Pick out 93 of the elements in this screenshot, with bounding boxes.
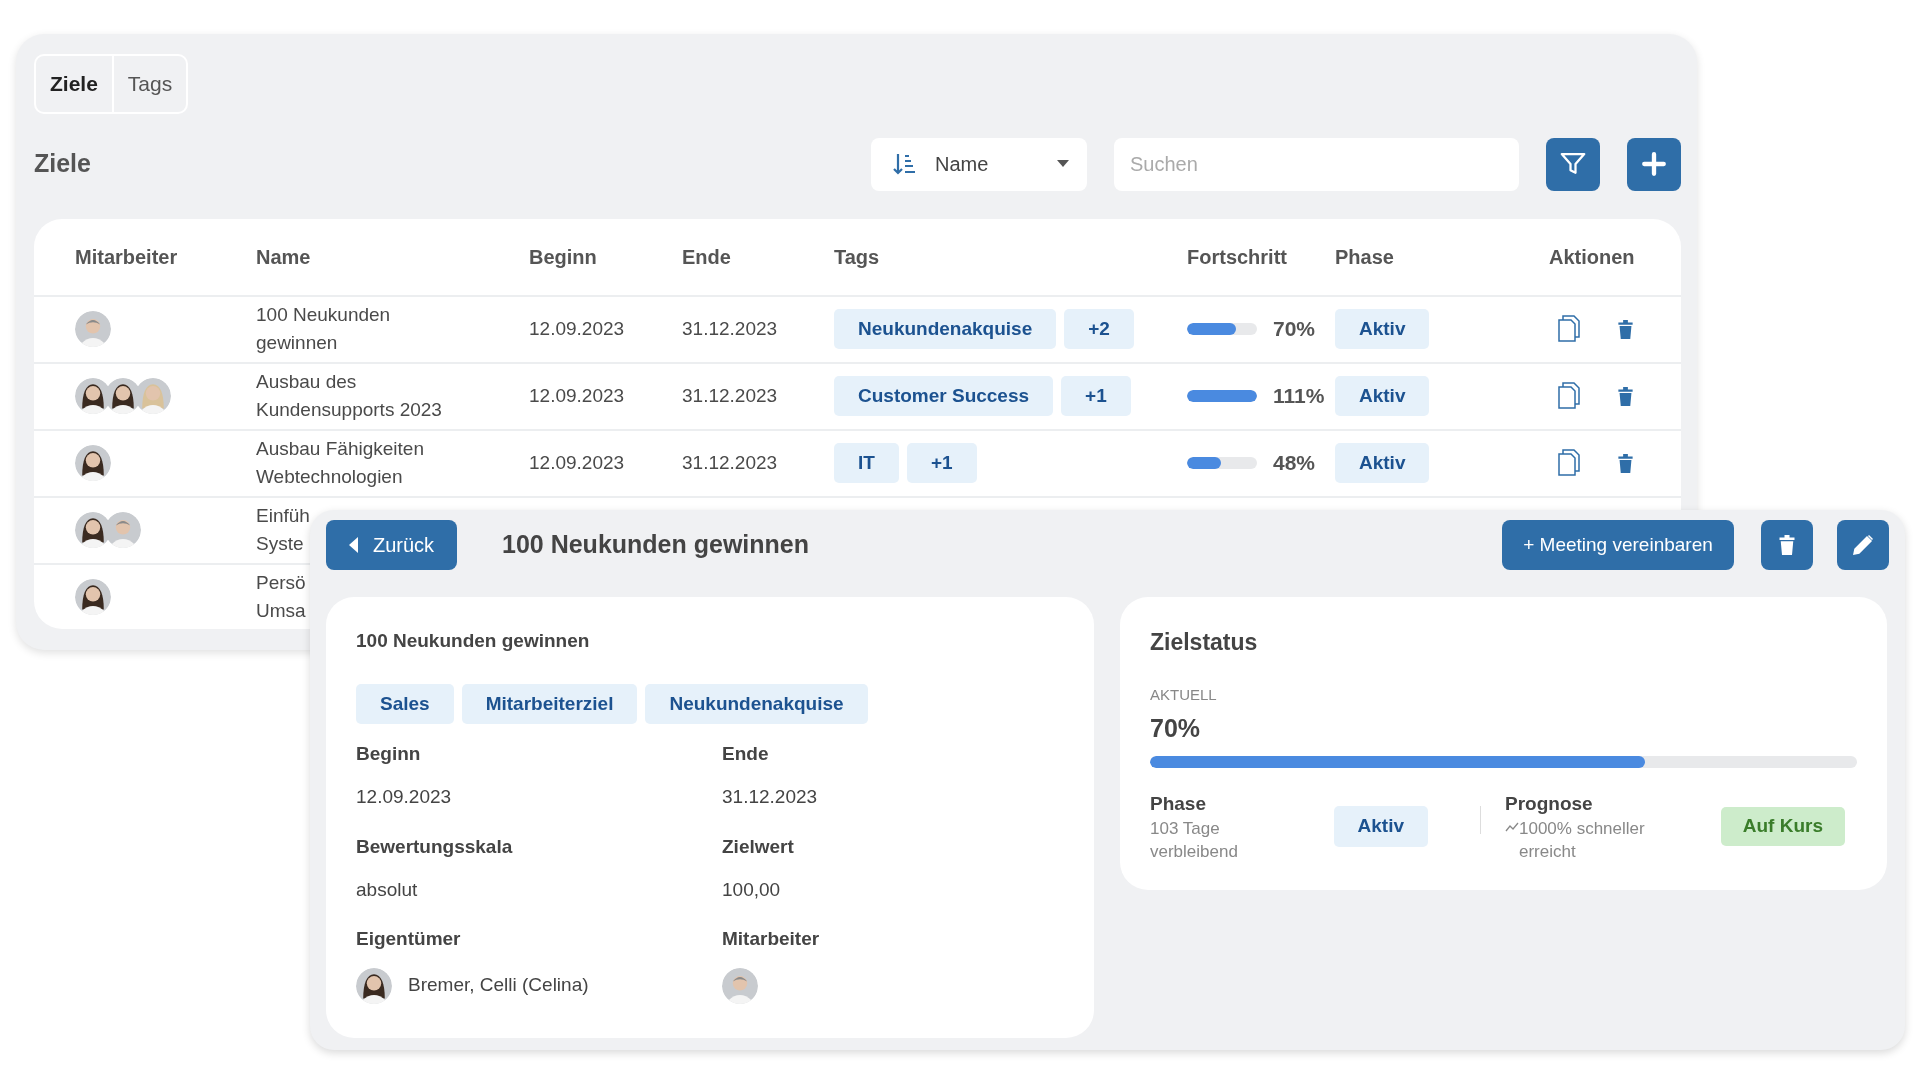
pencil-icon: [1851, 533, 1875, 557]
phase-badge: Aktiv: [1335, 375, 1430, 417]
status-badge: Aktiv: [1333, 806, 1428, 847]
avatar: [722, 967, 758, 1004]
person-name: Bremer, Celli (Celina): [408, 973, 589, 998]
tab[interactable]: Tags: [111, 56, 187, 112]
date-cell: 12.09.2023: [529, 384, 625, 406]
status-label: Phase: [1150, 791, 1207, 816]
back-button[interactable]: Zurück: [326, 520, 457, 570]
sort-dropdown[interactable]: Name: [871, 137, 1087, 191]
column-header: Aktionen: [1549, 244, 1636, 270]
sort-icon: [893, 152, 917, 176]
column-header: Beginn: [529, 244, 598, 270]
status-text: 103 Tage verbleibend: [1150, 818, 1238, 863]
status-badge: Auf Kurs: [1720, 807, 1845, 846]
status-reading: 70%: [1150, 713, 1202, 744]
date-cell: 12.09.2023: [529, 317, 625, 339]
copy-icon[interactable]: [1557, 449, 1581, 477]
date-cell: 31.12.2023: [682, 317, 778, 339]
caret-icon: [1057, 160, 1069, 168]
tag: Neukundenakquise: [645, 683, 868, 724]
caption: AKTUELL: [1150, 684, 1218, 705]
tag: +1: [906, 442, 977, 484]
avatar: [75, 311, 111, 347]
meeting-button[interactable]: + Meeting vereinbaren: [1502, 520, 1734, 570]
date-cell: 12.09.2023: [529, 451, 625, 473]
phase-badge: Aktiv: [1335, 442, 1430, 484]
tab[interactable]: Ziele: [36, 56, 112, 112]
column-header: Fortschritt: [1187, 244, 1288, 270]
progress-bar: [1187, 457, 1257, 469]
detail-title: 100 Neukunden gewinnen: [502, 529, 810, 561]
status-text: 1000% schneller erreicht: [1519, 818, 1645, 863]
tag: IT: [834, 442, 899, 484]
tag: Mitarbeiterziel: [461, 683, 638, 724]
tag: Neukundenakquise: [834, 308, 1057, 350]
delete-button[interactable]: [1761, 520, 1813, 570]
avatar: [75, 378, 111, 414]
field-value: absolut: [356, 877, 418, 902]
column-header: Tags: [834, 244, 881, 270]
copy-icon[interactable]: [1557, 382, 1581, 410]
progress-reading: 70%: [1273, 316, 1316, 343]
edit-button[interactable]: [1837, 520, 1889, 570]
goal-name: Ausbau Fähigkeiten Webtechnologien: [256, 437, 424, 487]
column-header: Name: [256, 244, 312, 270]
avatar: [75, 579, 111, 615]
trash-icon: [1778, 535, 1796, 555]
avatar: [356, 967, 392, 1004]
avatar: [105, 512, 141, 548]
field-value: 12.09.2023: [356, 785, 452, 810]
goal-name: Persö Umsa: [256, 571, 306, 621]
trend-icon: [1505, 822, 1519, 832]
phase-badge: Aktiv: [1335, 308, 1430, 350]
avatar: [105, 378, 141, 414]
trash-icon[interactable]: [1617, 453, 1634, 473]
tag: Sales: [356, 683, 454, 724]
copy-icon[interactable]: [1557, 315, 1581, 343]
trash-icon[interactable]: [1617, 386, 1634, 406]
add-button[interactable]: [1627, 137, 1681, 191]
avatar: [75, 512, 111, 548]
goal-name: Ausbau des Kundensupports 2023: [256, 370, 442, 420]
progress-reading: 111%: [1273, 383, 1325, 410]
field-label: Eigentümer: [356, 927, 462, 951]
tag: +2: [1064, 308, 1134, 350]
progress-bar: [1187, 323, 1257, 335]
field-value: 100,00: [722, 877, 781, 902]
column-header: Mitarbeiter: [75, 244, 179, 270]
card-title: Zielstatus: [1150, 628, 1259, 657]
field-label: Zielwert: [722, 834, 795, 859]
goal-name: 100 Neukunden gewinnen: [256, 303, 391, 353]
card-title: 100 Neukunden gewinnen: [356, 629, 591, 653]
plus-icon: [1641, 151, 1667, 177]
tag: Customer Success: [834, 375, 1054, 417]
field-label: Bewertungsskala: [356, 834, 514, 859]
field-label: Beginn: [356, 742, 422, 766]
filter-button[interactable]: [1546, 137, 1600, 191]
page-title: Ziele: [34, 148, 92, 180]
search-field[interactable]: Suchen: [1114, 137, 1519, 191]
goal-name: Einfüh Syste: [256, 504, 310, 554]
avatar: [75, 445, 111, 481]
status-label: Prognose: [1505, 791, 1594, 816]
column-header: Phase: [1335, 244, 1395, 270]
field-label: Mitarbeiter: [722, 927, 821, 951]
date-cell: 31.12.2023: [682, 451, 778, 473]
caret-left-icon: [348, 537, 359, 553]
trash-icon[interactable]: [1617, 319, 1634, 339]
field-value: 31.12.2023: [722, 785, 818, 810]
date-cell: 31.12.2023: [682, 384, 778, 406]
progress-reading: 48%: [1273, 450, 1316, 477]
field-label: Ende: [722, 742, 770, 766]
tag: +1: [1061, 375, 1131, 417]
column-header: Ende: [682, 244, 732, 270]
avatar: [135, 378, 171, 414]
progress-bar: [1187, 390, 1257, 402]
